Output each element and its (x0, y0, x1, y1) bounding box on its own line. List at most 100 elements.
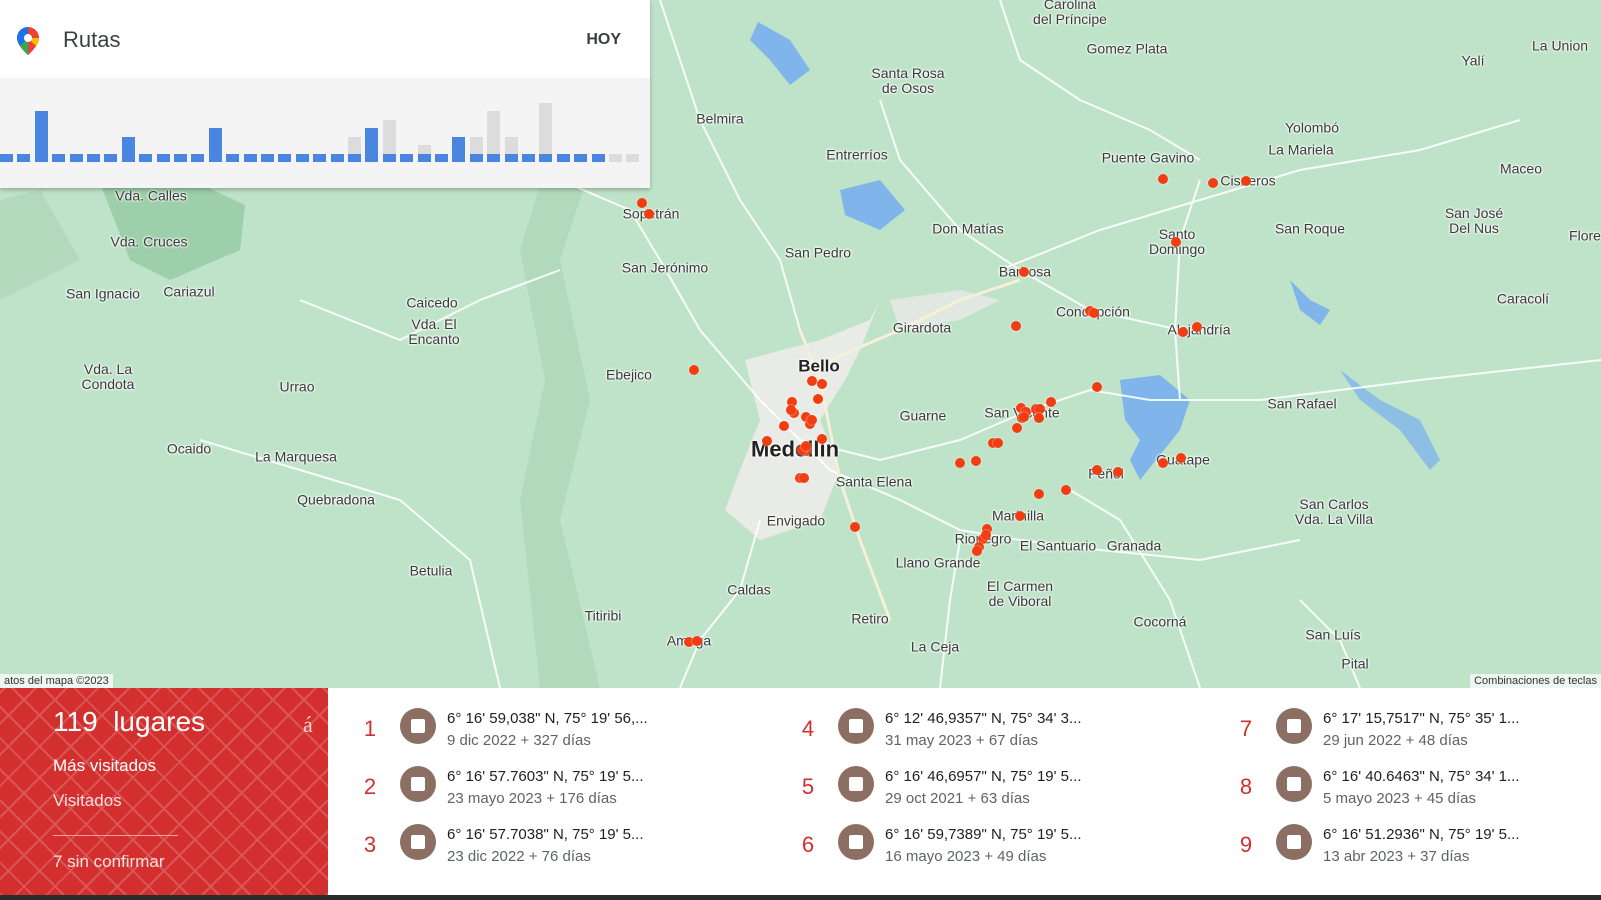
today-button[interactable]: HOY (586, 31, 621, 49)
histogram-bar-total[interactable] (609, 153, 622, 162)
location-pin[interactable] (1034, 413, 1044, 423)
location-pin[interactable] (1089, 308, 1099, 318)
histogram-bar-selected[interactable] (295, 153, 309, 162)
histogram-bar-selected[interactable] (313, 153, 327, 162)
tab-visited[interactable]: Visitados (53, 791, 122, 811)
histogram-bar-selected[interactable] (382, 153, 396, 162)
histogram-bar-selected[interactable] (0, 153, 13, 162)
histogram-bar-selected[interactable] (69, 153, 83, 162)
location-pin[interactable] (955, 458, 965, 468)
location-pin[interactable] (1061, 485, 1071, 495)
location-pin[interactable] (1092, 465, 1102, 475)
location-pin[interactable] (692, 636, 702, 646)
histogram-bar-selected[interactable] (574, 153, 588, 162)
location-pin[interactable] (762, 436, 772, 446)
place-item[interactable]: 2 6° 16' 57.7603" N, 75° 19' 5... 23 mayo … (360, 764, 740, 816)
histogram-bar-selected[interactable] (104, 153, 118, 162)
map-label: Gomez Plata (1086, 40, 1168, 57)
place-item[interactable]: 3 6° 16' 57.7038" N, 75° 19' 5... 23 dic 2… (360, 822, 740, 874)
histogram-bar-total[interactable] (626, 153, 640, 162)
place-rank: 8 (1239, 774, 1253, 799)
histogram-bar-selected[interactable] (208, 128, 222, 162)
location-pin[interactable] (1092, 382, 1102, 392)
histogram-bar-selected[interactable] (174, 153, 187, 162)
location-pin[interactable] (972, 546, 982, 556)
location-pin[interactable] (1192, 322, 1202, 332)
histogram-bar-selected[interactable] (522, 153, 535, 162)
histogram-bar-selected[interactable] (52, 153, 66, 162)
histogram-bar-selected[interactable] (452, 136, 466, 162)
histogram-bar-selected[interactable] (330, 153, 344, 162)
histogram-bar-selected[interactable] (487, 153, 501, 162)
location-pin[interactable] (807, 415, 817, 425)
tab-most-visited[interactable]: Más visitados (53, 756, 156, 776)
location-pin[interactable] (850, 522, 860, 532)
place-item[interactable]: 6 6° 16' 59,7389" N, 75° 19' 5... 16 mayo … (798, 822, 1178, 874)
location-pin[interactable] (1176, 453, 1186, 463)
histogram-bar-selected[interactable] (435, 153, 448, 162)
unconfirmed-link[interactable]: 7 sin confirmar (53, 852, 164, 872)
keyboard-shortcuts-link[interactable]: Combinaciones de teclas (1470, 674, 1601, 688)
place-item[interactable]: 7 6° 17' 15,7517" N, 75° 35' 1... 29 jun 2… (1236, 706, 1601, 758)
histogram-bar-selected[interactable] (556, 153, 570, 162)
place-item[interactable]: 9 6° 16' 51.2936" N, 75° 19' 5... 13 abr 2… (1236, 822, 1601, 874)
histogram-bar-selected[interactable] (365, 128, 379, 162)
histogram-bar-selected[interactable] (278, 153, 292, 162)
location-pin[interactable] (689, 365, 699, 375)
histogram-bar-selected[interactable] (34, 111, 48, 162)
location-pin[interactable] (1171, 237, 1181, 247)
histogram-bar-selected[interactable] (156, 153, 170, 162)
histogram-bar-selected[interactable] (226, 153, 240, 162)
location-pin[interactable] (971, 456, 981, 466)
place-item[interactable]: 1 6° 16' 59,038" N, 75° 19' 56,... 9 dic 2… (360, 706, 740, 758)
location-pin[interactable] (1046, 397, 1056, 407)
location-pin[interactable] (817, 379, 827, 389)
location-pin[interactable] (1158, 174, 1168, 184)
place-item[interactable]: 4 6° 12' 46,9357" N, 75° 34' 3... 31 may 2… (798, 706, 1178, 758)
place-item[interactable]: 5 6° 16' 46,6957" N, 75° 19' 5... 29 oct 2… (798, 764, 1178, 816)
screen-edge (0, 895, 1601, 900)
histogram-bar-selected[interactable] (139, 153, 153, 162)
histogram-bar-selected[interactable] (348, 153, 361, 162)
location-pin[interactable] (801, 441, 811, 451)
location-pin[interactable] (1034, 489, 1044, 499)
histogram-bar-selected[interactable] (87, 153, 100, 162)
location-pin[interactable] (981, 530, 991, 540)
map-label: San Ignacio (66, 285, 140, 302)
histogram-bar-selected[interactable] (191, 153, 205, 162)
location-pin[interactable] (807, 376, 817, 386)
location-pin[interactable] (1113, 467, 1123, 477)
histogram-bar-selected[interactable] (591, 153, 605, 162)
place-item[interactable]: 8 6° 16' 40.6463" N, 75° 34' 1... 5 mayo 2… (1236, 764, 1601, 816)
location-pin[interactable] (799, 473, 809, 483)
histogram-bar-selected[interactable] (261, 153, 274, 162)
location-pin[interactable] (1158, 458, 1168, 468)
histogram-bar-selected[interactable] (417, 153, 431, 162)
histogram-bar-selected[interactable] (17, 153, 31, 162)
location-pin[interactable] (1208, 178, 1218, 188)
histogram-bar-selected[interactable] (400, 153, 414, 162)
location-pin[interactable] (1015, 511, 1025, 521)
location-pin[interactable] (786, 405, 796, 415)
location-pin[interactable] (817, 434, 827, 444)
location-pin[interactable] (637, 198, 647, 208)
histogram-bar-selected[interactable] (243, 153, 257, 162)
histogram-bar-selected[interactable] (469, 153, 483, 162)
location-pin[interactable] (813, 394, 823, 404)
histogram-bar-selected[interactable] (121, 136, 135, 162)
location-pin[interactable] (993, 438, 1003, 448)
place-visit-info: 29 jun 2022 + 48 días (1323, 732, 1468, 749)
location-pin[interactable] (644, 209, 654, 219)
location-pin[interactable] (1019, 412, 1029, 422)
location-pin[interactable] (1178, 327, 1188, 337)
histogram-bar-selected[interactable] (504, 153, 518, 162)
location-pin[interactable] (1019, 267, 1029, 277)
location-pin[interactable] (1012, 423, 1022, 433)
map-label: Vda. Cruces (110, 233, 188, 250)
location-pin[interactable] (779, 421, 789, 431)
location-pin[interactable] (1011, 321, 1021, 331)
histogram-bar-selected[interactable] (539, 153, 553, 162)
location-pin[interactable] (1241, 176, 1251, 186)
place-coordinates: 6° 16' 46,6957" N, 75° 19' 5... (885, 768, 1082, 785)
activity-histogram[interactable] (0, 78, 650, 188)
